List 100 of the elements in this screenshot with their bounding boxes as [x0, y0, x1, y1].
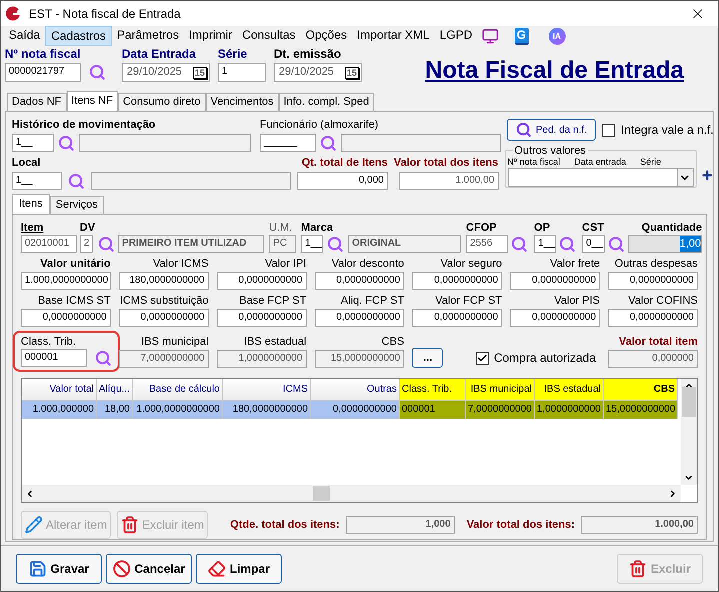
search-icon[interactable]: [327, 236, 344, 252]
search-icon[interactable]: [320, 134, 337, 152]
input-field[interactable]: 1__: [301, 235, 324, 253]
search-icon[interactable]: [68, 172, 85, 190]
input-field[interactable]: 0,000000: [608, 350, 698, 368]
input-field[interactable]: 0__: [582, 235, 606, 253]
input-field[interactable]: 2: [80, 235, 93, 253]
menu-item[interactable]: Cadastros: [45, 26, 112, 46]
input-field[interactable]: 1,00: [628, 235, 702, 253]
date-field[interactable]: 29/10/2025 15: [274, 63, 362, 82]
book-logo[interactable]: G: [514, 28, 529, 44]
column-header[interactable]: ICMS: [223, 379, 311, 401]
input-field[interactable]: [91, 172, 291, 190]
input-field[interactable]: 15,0000000000: [314, 350, 404, 368]
scroll-thumb[interactable]: [682, 387, 696, 417]
group-title: Outros valores: [512, 145, 588, 157]
input-field[interactable]: ORIGINAL: [348, 235, 462, 253]
input-field[interactable]: 7,0000000000: [118, 350, 209, 368]
add-icon[interactable]: [700, 168, 714, 182]
input-field[interactable]: 0,0000000000: [314, 309, 404, 327]
column-header[interactable]: CBS: [604, 379, 678, 401]
scroll-thumb[interactable]: [313, 486, 330, 501]
date-field[interactable]: 29/10/2025 15: [122, 63, 210, 82]
footer-button[interactable]: Limpar: [196, 554, 282, 584]
calendar-button[interactable]: 15: [344, 66, 359, 78]
search-icon[interactable]: [98, 236, 116, 253]
menu-item[interactable]: Consultas: [237, 26, 301, 46]
scroll-right-icon[interactable]: [668, 488, 678, 498]
menu-item[interactable]: Saída: [4, 26, 46, 46]
search-icon[interactable]: [511, 236, 528, 253]
column-header[interactable]: IBS municipal: [466, 379, 535, 401]
input-field[interactable]: 2556: [466, 235, 508, 253]
checkbox[interactable]: [476, 352, 490, 364]
column-header[interactable]: Class. Trib.: [400, 379, 466, 401]
input-field[interactable]: 1.000,0000000000: [21, 272, 111, 290]
footer-button[interactable]: Cancelar: [106, 554, 192, 584]
menu-item[interactable]: Opções: [300, 26, 352, 46]
input-field[interactable]: 0,0000000000: [412, 272, 502, 290]
input-field[interactable]: 1.000,00: [398, 172, 499, 190]
search-icon[interactable]: [58, 134, 75, 152]
vertical-scrollbar[interactable]: [681, 379, 697, 485]
search-icon[interactable]: [559, 236, 576, 253]
input-field[interactable]: 0,0000000000: [510, 309, 600, 327]
menu-item[interactable]: LGPD: [434, 26, 478, 46]
input-field[interactable]: ______: [260, 134, 316, 152]
column-header[interactable]: Alíqu...: [97, 379, 133, 401]
search-icon[interactable]: [95, 350, 112, 366]
input-field[interactable]: 1.000,00: [581, 516, 698, 534]
tab[interactable]: Itens: [12, 194, 50, 214]
assistant-badge[interactable]: IA: [548, 28, 566, 44]
menu-item[interactable]: Parâmetros: [112, 26, 184, 46]
field-label: Qt. total de Itens: [302, 156, 388, 170]
search-icon[interactable]: [89, 64, 106, 81]
calendar-button[interactable]: 15: [192, 66, 207, 78]
input-field[interactable]: 1: [218, 63, 266, 82]
tab[interactable]: Vencimentos: [206, 93, 279, 111]
input-field[interactable]: 1,000: [346, 516, 455, 534]
monitor-icon[interactable]: [482, 28, 499, 44]
column-header[interactable]: Valor total: [22, 379, 97, 401]
input-field[interactable]: 180,0000000000: [118, 272, 209, 290]
more-button[interactable]: ...: [412, 348, 444, 368]
tab[interactable]: Consumo direto: [118, 93, 206, 111]
menu-item[interactable]: Imprimir: [184, 26, 238, 46]
input-field[interactable]: 0,000: [297, 172, 388, 190]
footer-button[interactable]: Gravar: [16, 554, 102, 584]
input-field[interactable]: 1__: [534, 235, 556, 253]
tab[interactable]: Serviços: [50, 196, 104, 214]
input-field[interactable]: 0,0000000000: [412, 309, 502, 327]
tab[interactable]: Info. compl. Sped: [278, 93, 374, 111]
input-field[interactable]: 0,0000000000: [118, 309, 209, 327]
input-field[interactable]: 000001: [21, 349, 87, 367]
order-button[interactable]: Ped. da n.f.: [507, 119, 596, 141]
input-field[interactable]: 0,0000000000: [21, 309, 111, 327]
input-field[interactable]: 0,0000000000: [608, 309, 698, 327]
column-header[interactable]: Base de cálculo: [133, 379, 223, 401]
input-field[interactable]: PC: [269, 235, 296, 253]
column-header[interactable]: Outras: [311, 379, 400, 401]
menu-item[interactable]: Importar XML: [352, 26, 435, 46]
input-field[interactable]: 0,0000000000: [608, 272, 698, 290]
tab[interactable]: Dados NF: [7, 93, 67, 111]
input-field[interactable]: [341, 134, 501, 152]
scroll-left-icon[interactable]: [25, 488, 35, 498]
input-field[interactable]: 0000021797: [5, 63, 81, 82]
input-field[interactable]: 0,0000000000: [216, 272, 307, 290]
checkbox[interactable]: [602, 124, 616, 136]
input-field[interactable]: 0,0000000000: [510, 272, 600, 290]
input-field[interactable]: 02010001: [21, 235, 77, 253]
dropdown[interactable]: [508, 168, 694, 187]
column-header[interactable]: IBS estadual: [535, 379, 604, 401]
input-field[interactable]: 0,0000000000: [314, 272, 404, 290]
search-icon[interactable]: [608, 236, 626, 253]
input-field[interactable]: 1__: [12, 172, 62, 190]
input-field[interactable]: 1__: [12, 134, 54, 152]
input-field[interactable]: PRIMEIRO ITEM UTILIZAD: [118, 235, 264, 253]
tab[interactable]: Itens NF: [66, 91, 118, 111]
input-field[interactable]: 1,0000000000: [216, 350, 307, 368]
input-field[interactable]: 0,0000000000: [216, 309, 307, 327]
scroll-down-icon[interactable]: [684, 473, 694, 483]
horizontal-scrollbar[interactable]: [22, 485, 681, 502]
input-field[interactable]: [79, 134, 251, 152]
